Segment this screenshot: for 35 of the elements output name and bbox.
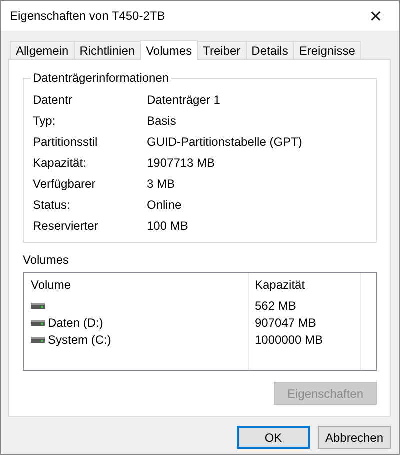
field-value: Basis bbox=[147, 114, 178, 129]
window-title: Eigenschaften von T450-2TB bbox=[10, 9, 166, 23]
table-cell: 907047 MB bbox=[255, 316, 316, 330]
field-value: Datenträger 1 bbox=[147, 93, 222, 108]
field-label: Partitionsstil bbox=[33, 135, 99, 150]
table-cell: 1000000 MB bbox=[255, 332, 324, 346]
field-label: Typ: bbox=[33, 114, 57, 129]
column-header: Volume bbox=[24, 273, 249, 297]
table-cell: Daten (D:) bbox=[48, 316, 104, 330]
close-button[interactable]: ✕ bbox=[353, 1, 399, 31]
field-label: Status: bbox=[33, 198, 72, 213]
field-value: 100 MB bbox=[147, 219, 190, 234]
tab[interactable]: Allgemein bbox=[10, 41, 74, 59]
group-title: Datenträgerinformationen bbox=[31, 71, 172, 85]
ok-button[interactable]: OK bbox=[237, 426, 310, 449]
field-label: Datentr bbox=[33, 93, 74, 108]
column-header: Kapazität bbox=[249, 273, 361, 297]
field-label: Kapazität: bbox=[33, 156, 88, 171]
field-value: GUID-Partitionstabelle (GPT) bbox=[147, 135, 304, 150]
field-value: 1907713 MB bbox=[147, 156, 216, 171]
table-cell: 562 MB bbox=[255, 298, 296, 312]
field-value: Online bbox=[147, 198, 183, 213]
tab[interactable]: Details bbox=[246, 41, 294, 59]
field-label: Reservierter bbox=[33, 219, 100, 234]
tab[interactable]: Richtlinien bbox=[74, 41, 140, 59]
drive-icon bbox=[31, 320, 45, 326]
field-value: 3 MB bbox=[147, 177, 176, 192]
cancel-button[interactable]: Abbrechen bbox=[318, 426, 391, 449]
field-label: Verfügbarer bbox=[33, 177, 97, 192]
tab[interactable]: Volumes bbox=[140, 40, 198, 60]
section-title: Volumes bbox=[23, 253, 70, 268]
tab[interactable]: Ereignisse bbox=[293, 41, 362, 59]
table-cell: System (C:) bbox=[48, 332, 112, 346]
drive-icon bbox=[31, 336, 45, 342]
drive-icon bbox=[31, 302, 45, 308]
